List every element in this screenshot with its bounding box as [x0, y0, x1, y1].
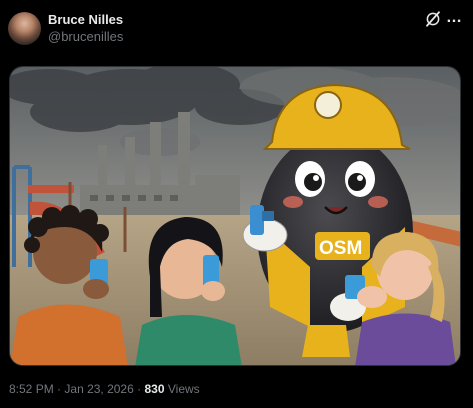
tweet-image[interactable]: OSM — [9, 66, 461, 366]
views-count: 830 — [144, 382, 165, 396]
more-options-icon[interactable]: … — [446, 9, 463, 27]
meta-separator: · — [57, 382, 62, 396]
tweet-meta: 8:52 PM · Jan 23, 2026 · 830 Views — [9, 382, 200, 396]
meta-separator: · — [137, 382, 142, 396]
views-label: Views — [167, 382, 200, 396]
tweet-date[interactable]: Jan 23, 2026 — [64, 382, 133, 396]
grok-icon[interactable] — [424, 10, 442, 28]
tweet: Bruce Nilles @brucenilles … OSM 8:52 PM … — [0, 0, 473, 408]
author-handle[interactable]: @brucenilles — [48, 29, 123, 44]
author-name[interactable]: Bruce Nilles — [48, 12, 123, 27]
tweet-time[interactable]: 8:52 PM — [9, 382, 54, 396]
mascot-vest-text: OSM — [319, 238, 362, 259]
author-avatar[interactable] — [8, 12, 41, 45]
